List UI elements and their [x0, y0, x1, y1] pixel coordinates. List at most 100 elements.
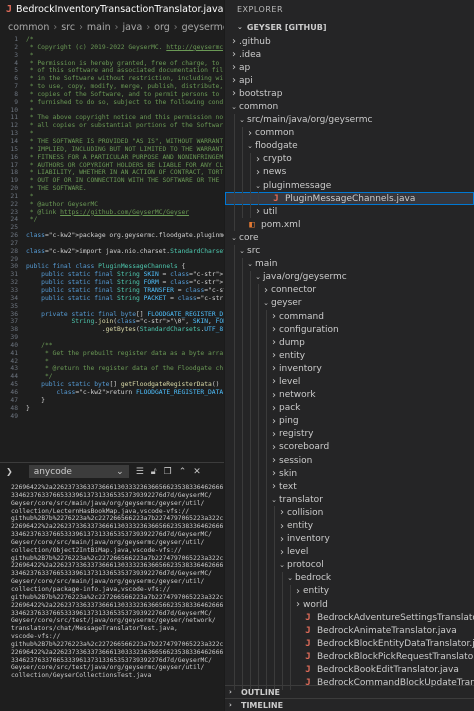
code-line[interactable]: 23 * @link https://github.com/GeyserMC/G…: [0, 209, 224, 217]
code-line[interactable]: 17 * AUTHORS OR COPYRIGHT HOLDERS BE LIA…: [0, 162, 224, 170]
tree-folder[interactable]: › level: [225, 375, 474, 389]
code-line[interactable]: 26 class="c-kw2">package org.geysermc.flo…: [0, 232, 224, 240]
section-outline[interactable]: › OUTLINE: [225, 685, 474, 698]
code-line[interactable]: 48}: [0, 405, 224, 413]
tree-file[interactable]: J BedrockAdventureSettingsTranslator.java: [225, 611, 474, 625]
code-line[interactable]: 9 * furnished to do so, subject to the f…: [0, 99, 224, 107]
breadcrumb-segment[interactable]: geysermc: [182, 22, 224, 33]
code-editor[interactable]: 1/* 2 * Copyright (c) 2019-2022 GeyserMC.…: [0, 36, 224, 462]
tree-folder[interactable]: › inventory: [225, 362, 474, 376]
code-line[interactable]: 12 * all copies or substantial portions …: [0, 122, 224, 130]
tree-folder[interactable]: › news: [225, 165, 474, 180]
code-line[interactable]: 41 * Get the prebuilt register data as a…: [0, 350, 224, 358]
tree-folder[interactable]: ⌄ translator: [225, 493, 474, 507]
chevron-right-icon[interactable]: ❯: [6, 467, 13, 476]
close-icon[interactable]: ✕: [193, 467, 201, 477]
tree-folder[interactable]: › collision: [225, 506, 474, 520]
tree-folder[interactable]: › entity: [225, 519, 474, 533]
tree-folder[interactable]: ⌄ common: [225, 100, 474, 113]
lock-icon[interactable]: 🔓︎: [151, 467, 157, 477]
code-line[interactable]: 44 */: [0, 373, 224, 381]
tree-folder[interactable]: › ping: [225, 414, 474, 428]
tree-file[interactable]: J BedrockBookEditTranslator.java: [225, 663, 474, 677]
code-line[interactable]: 30 public final class PluginMessageChanne…: [0, 263, 224, 271]
tree-folder[interactable]: ⌄ src: [225, 244, 474, 258]
breadcrumb-segment[interactable]: java: [122, 22, 142, 33]
code-line[interactable]: 16 * FITNESS FOR A PARTICULAR PURPOSE AN…: [0, 154, 224, 162]
tree-folder[interactable]: ⌄ protocol: [225, 558, 474, 572]
code-line[interactable]: 10 *: [0, 107, 224, 115]
code-line[interactable]: 18 * LIABILITY, WHETHER IN AN ACTION OF …: [0, 169, 224, 177]
code-line[interactable]: 37 String.join(class="c-str">"\0", SKIN,…: [0, 318, 224, 326]
code-line[interactable]: 14 * THE SOFTWARE IS PROVIDED "AS IS", W…: [0, 138, 224, 146]
tree-folder[interactable]: › entity: [225, 584, 474, 599]
breadcrumb-segment[interactable]: src: [61, 22, 75, 33]
code-line[interactable]: 45 public static byte[] getFloodgateRegi…: [0, 381, 224, 389]
tree-folder[interactable]: › level: [225, 545, 474, 559]
code-line[interactable]: 36 private static final byte[] FLOODGATE…: [0, 311, 224, 319]
code-line[interactable]: 27: [0, 240, 224, 248]
tree-folder[interactable]: › text: [225, 480, 474, 494]
tree-file[interactable]: J PluginMessageChannels.java: [225, 192, 474, 206]
copy-icon[interactable]: ❐: [164, 467, 172, 477]
tree-folder[interactable]: ⌄ core: [225, 231, 474, 244]
tree-folder[interactable]: › api: [225, 74, 474, 87]
code-line[interactable]: 40 /**: [0, 342, 224, 350]
editor-tab[interactable]: J BedrockInventoryTransactionTranslator.…: [0, 0, 224, 19]
tree-folder[interactable]: › session: [225, 454, 474, 468]
tree-folder[interactable]: › bootstrap: [225, 87, 474, 100]
tree-folder[interactable]: › util: [225, 205, 474, 219]
tree-folder[interactable]: › inventory: [225, 532, 474, 546]
tree-folder[interactable]: ⌄ geyser: [225, 296, 474, 310]
tree-folder[interactable]: › world: [225, 598, 474, 612]
code-line[interactable]: 7 * to use, copy, modify, merge, publish…: [0, 83, 224, 91]
code-line[interactable]: 34 public static final String PACKET = c…: [0, 295, 224, 303]
code-line[interactable]: 11 * The above copyright notice and this…: [0, 114, 224, 122]
code-line[interactable]: 47 }: [0, 397, 224, 405]
section-timeline[interactable]: › TIMELINE: [225, 698, 474, 711]
tree-folder[interactable]: › configuration: [225, 323, 474, 337]
code-line[interactable]: 8 * copies of the Software, and to permi…: [0, 91, 224, 99]
code-line[interactable]: 3 *: [0, 52, 224, 60]
tree-folder[interactable]: › connector: [225, 283, 474, 297]
tree-file[interactable]: J BedrockBlockPickRequestTranslator.java: [225, 650, 474, 664]
code-line[interactable]: 4 * Permission is hereby granted, free o…: [0, 60, 224, 68]
tree-folder[interactable]: ⌄ floodgate: [225, 139, 474, 153]
code-line[interactable]: 33 public static final String TRANSFER =…: [0, 287, 224, 295]
code-line[interactable]: 39: [0, 334, 224, 342]
tree-folder[interactable]: › command: [225, 309, 474, 324]
code-line[interactable]: 31 public static final String SKIN = cla…: [0, 271, 224, 279]
tree-folder[interactable]: ⌄ bedrock: [225, 571, 474, 585]
code-line[interactable]: 35: [0, 303, 224, 311]
code-line[interactable]: 29: [0, 256, 224, 264]
tree-folder[interactable]: ⌄ pluginmessage: [225, 179, 474, 193]
code-line[interactable]: 38 .getBytes(StandardCharsets.UTF_8: [0, 326, 224, 334]
chevron-up-icon[interactable]: ⌃: [179, 467, 187, 477]
code-line[interactable]: 5 * of this software and associated docu…: [0, 67, 224, 75]
workspace-header[interactable]: ⌄ GEYSER [GITHUB]: [225, 19, 474, 35]
code-line[interactable]: 19 * OUT OF OR IN CONNECTION WITH THE SO…: [0, 177, 224, 185]
tree-folder[interactable]: › crypto: [225, 152, 474, 166]
tree-folder[interactable]: › entity: [225, 349, 474, 363]
tree-folder[interactable]: › ap: [225, 61, 474, 74]
code-line[interactable]: 28 class="c-kw2">import java.nio.charset.…: [0, 248, 224, 256]
code-line[interactable]: 49: [0, 413, 224, 421]
code-line[interactable]: 25: [0, 224, 224, 232]
tree-file[interactable]: J BedrockBlockEntityDataTranslator.java: [225, 637, 474, 651]
code-line[interactable]: 13 *: [0, 130, 224, 138]
tree-folder[interactable]: ⌄ src/main/java/org/geysermc: [225, 113, 474, 127]
list-filter-icon[interactable]: ☰: [136, 467, 144, 477]
breadcrumb-segment[interactable]: common: [8, 22, 49, 33]
code-line[interactable]: 1 /*: [0, 36, 224, 44]
tree-folder[interactable]: › pack: [225, 401, 474, 415]
tree-folder[interactable]: › network: [225, 388, 474, 402]
code-line[interactable]: 2 * Copyright (c) 2019-2022 GeyserMC. ht…: [0, 44, 224, 52]
code-line[interactable]: 22 * @author GeyserMC: [0, 201, 224, 209]
code-line[interactable]: 42 *: [0, 358, 224, 366]
code-line[interactable]: 24 */: [0, 216, 224, 224]
code-line[interactable]: 6 * in the Software without restriction,…: [0, 75, 224, 83]
tree-file[interactable]: J BedrockAnimateTranslator.java: [225, 624, 474, 638]
code-line[interactable]: 15 * IMPLIED, INCLUDING BUT NOT LIMITED …: [0, 146, 224, 154]
tree-folder[interactable]: › scoreboard: [225, 440, 474, 454]
tree-folder[interactable]: › skin: [225, 467, 474, 481]
